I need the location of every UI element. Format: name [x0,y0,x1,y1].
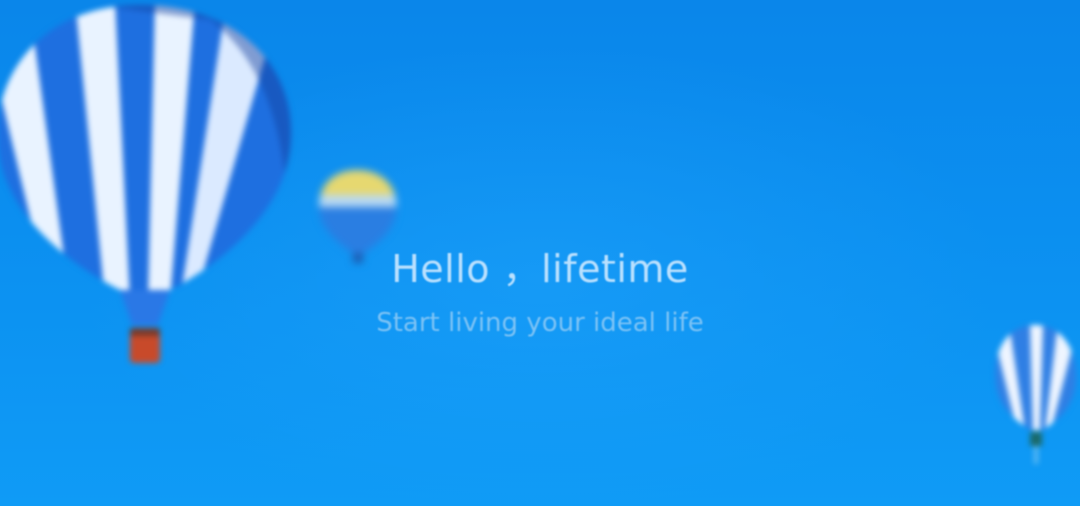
hero-banner: Hello ，lifetime Start living your ideal … [0,0,1080,506]
hero-subline: Start living your ideal life [376,308,704,338]
hero-headline: Hello ，lifetime [391,247,689,291]
hot-air-balloon-small [985,320,1080,470]
